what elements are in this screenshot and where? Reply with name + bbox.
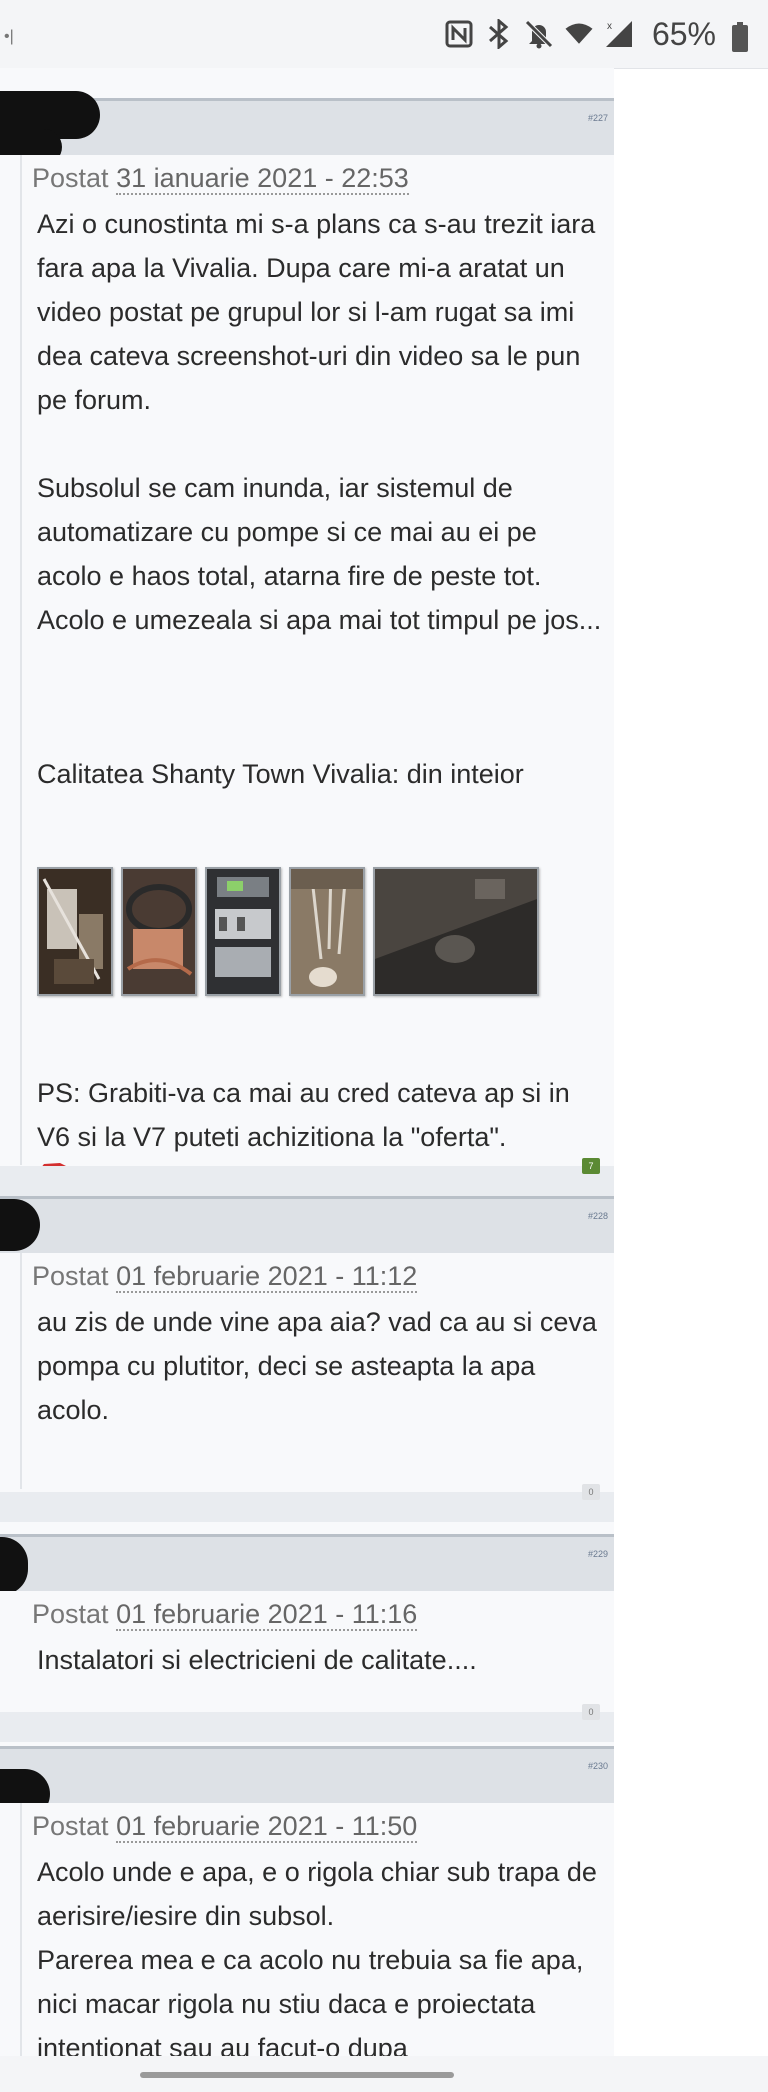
attachment-thumbnail[interactable] [289, 867, 365, 996]
posted-label: Postat [32, 1599, 109, 1629]
post-date-line: Postat 01 februarie 2021 - 11:16 [32, 1599, 418, 1631]
post-text: au zis de unde vine apa aia? vad ca au s… [37, 1307, 597, 1425]
post-header: #230 [0, 1746, 614, 1819]
post-header: #227 [0, 91, 614, 165]
post-body: Postat 01 februarie 2021 - 11:16 Instala… [0, 1591, 614, 1713]
forum-post: #227 Postat 31 ianuarie 2021 - 22:53 Azi… [0, 91, 614, 1198]
post-date-line: Postat 31 ianuarie 2021 - 22:53 [32, 163, 409, 195]
post-closing: PS: Grabiti-va ca mai au cred cateva ap … [37, 1078, 570, 1152]
attachment-thumbnails [37, 867, 539, 996]
nfc-icon [444, 19, 474, 49]
posted-label: Postat [32, 163, 109, 193]
attachment-thumbnail[interactable] [205, 867, 281, 996]
wifi-icon [564, 19, 594, 49]
post-date-link[interactable]: 01 februarie 2021 - 11:12 [116, 1261, 418, 1293]
navigation-bar [0, 2056, 768, 2092]
post-paragraph: Subsolul se cam inunda, iar sistemul de … [37, 473, 602, 635]
home-gesture-handle[interactable] [140, 2072, 454, 2078]
redacted-username [0, 1537, 28, 1595]
post-date-link[interactable]: 31 ianuarie 2021 - 22:53 [116, 163, 409, 195]
battery-percent: 65% [651, 15, 716, 52]
reputation-badge[interactable]: 0 [582, 1704, 600, 1720]
post-date-link[interactable]: 01 februarie 2021 - 11:50 [116, 1811, 418, 1843]
notifications-off-icon [524, 19, 554, 49]
post-date-line: Postat 01 februarie 2021 - 11:50 [32, 1811, 418, 1843]
post-number[interactable]: #230 [588, 1761, 608, 1771]
post-date-link[interactable]: 01 februarie 2021 - 11:16 [116, 1599, 418, 1631]
post-header: #228 [0, 1196, 614, 1253]
signal-dot-icon: •| [4, 28, 14, 45]
attachment-thumbnail[interactable] [37, 867, 113, 996]
post-body: Postat 01 februarie 2021 - 11:50 Acolo u… [0, 1803, 614, 2056]
post-body: Postat 01 februarie 2021 - 11:12 au zis … [0, 1253, 614, 1493]
posted-label: Postat [32, 1261, 109, 1291]
attachment-thumbnail[interactable] [373, 867, 539, 996]
post-footer: 0 [0, 1484, 614, 1522]
post-number[interactable]: #227 [588, 113, 608, 123]
bluetooth-icon [484, 19, 514, 49]
posted-label: Postat [32, 1811, 109, 1841]
redacted-username [0, 1199, 40, 1251]
forum-post: #228 Postat 01 februarie 2021 - 11:12 au… [0, 1196, 614, 1576]
post-paragraph: Calitatea Shanty Town Vivalia: din intei… [37, 759, 524, 789]
forum-thread: #227 Postat 31 ianuarie 2021 - 22:53 Azi… [0, 68, 614, 2056]
post-number[interactable]: #228 [588, 1211, 608, 1221]
status-bar: •| x 65% [0, 0, 768, 69]
post-header: #229 [0, 1534, 614, 1595]
post-text: Instalatori si electricieni de calitate.… [37, 1645, 477, 1675]
post-paragraph: Azi o cunostinta mi s-a plans ca s-au tr… [37, 209, 596, 415]
signal-icon: x [604, 19, 634, 49]
post-text: Acolo unde e apa, e o rigola chiar sub t… [37, 1857, 597, 2056]
post-body: Postat 31 ianuarie 2021 - 22:53 Azi o cu… [0, 155, 614, 1172]
reputation-badge[interactable]: 0 [582, 1484, 600, 1500]
post-number[interactable]: #229 [588, 1549, 608, 1559]
post-footer: 0 [0, 1704, 614, 1742]
reputation-badge[interactable]: 7 [582, 1158, 600, 1174]
post-date-line: Postat 01 februarie 2021 - 11:12 [32, 1261, 418, 1293]
svg-text:x: x [607, 21, 612, 32]
forum-post: #230 Postat 01 februarie 2021 - 11:50 Ac… [0, 1746, 614, 2056]
post-footer: 7 [0, 1158, 614, 1196]
battery-icon [732, 22, 748, 52]
attachment-thumbnail[interactable] [121, 867, 197, 996]
forum-post: #229 Postat 01 februarie 2021 - 11:16 In… [0, 1534, 614, 1754]
